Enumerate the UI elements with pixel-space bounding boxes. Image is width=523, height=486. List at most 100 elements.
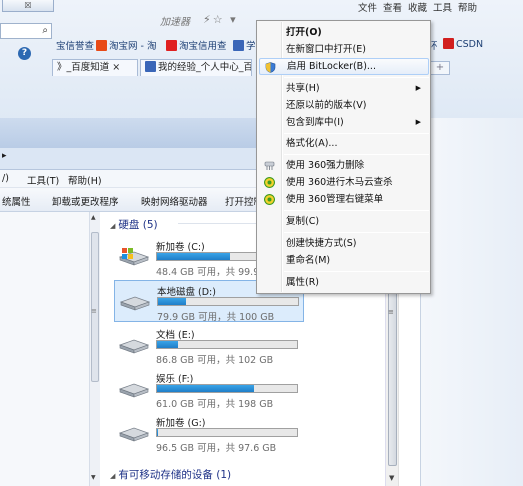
menu-item-copy[interactable]: 复制(C) — [259, 213, 429, 230]
menu-item-share[interactable]: 共享(H) ▶ — [259, 80, 429, 97]
menu-help[interactable]: 帮助 — [458, 0, 477, 14]
separator — [284, 210, 429, 211]
section-title: 有可移动存储的设备 (1) — [118, 469, 232, 481]
menu-item-open-new-window[interactable]: 在新窗口中打开(E) — [259, 41, 429, 58]
accelerator-label[interactable]: 加速器 — [160, 13, 190, 28]
menu-item-create-shortcut[interactable]: 创建快捷方式(S) — [259, 235, 429, 252]
drive-capacity: 86.8 GB 可用，共 102 GB — [156, 355, 274, 366]
menu-item-label: 还原以前的版本(V) — [286, 100, 367, 111]
menu-item-bitlocker[interactable]: 启用 BitLocker(B)... — [259, 58, 429, 75]
context-menu: 打开(O) 在新窗口中打开(E) 启用 BitLocker(B)... 共享(H… — [256, 20, 431, 294]
menu-item-format[interactable]: 格式化(A)... — [259, 135, 429, 152]
navigation-pane[interactable]: ▲ ≡ ▼ — [0, 212, 100, 486]
menu-item-360-scan[interactable]: 使用 360进行木马云查杀 — [259, 174, 429, 191]
menu-item-label: 在新窗口中打开(E) — [286, 44, 366, 55]
help-icon[interactable]: ? — [18, 47, 31, 60]
menu-item-label: 属性(R) — [286, 277, 320, 288]
menu-item-360-manage[interactable]: 使用 360管理右键菜单 — [259, 191, 429, 208]
scroll-down-icon[interactable]: ▼ — [91, 474, 96, 481]
new-tab-button[interactable]: + — [430, 61, 450, 75]
shredder-icon — [264, 161, 275, 170]
menu-view[interactable]: 查看 — [383, 0, 402, 14]
collapse-icon[interactable]: ◢ — [110, 222, 115, 230]
drive-f[interactable]: 娱乐 (F:) 61.0 GB 可用，共 198 GB — [114, 368, 304, 410]
bookmark-item[interactable]: 宝信誉查 — [56, 38, 94, 52]
system-properties-button[interactable]: 统属性 — [2, 194, 31, 208]
bookmark-label: CSDN — [456, 39, 484, 50]
page-icon — [145, 61, 156, 72]
drive-capacity: 79.9 GB 可用，共 100 GB — [157, 312, 275, 323]
menu-file[interactable]: 文件 — [358, 0, 377, 14]
bookmark-label: 宝信誉查 — [56, 41, 95, 52]
drive-usage-fill — [157, 385, 254, 392]
menu-favorites[interactable]: 收藏 — [408, 0, 427, 14]
separator — [284, 77, 429, 78]
360-icon — [264, 194, 275, 205]
separator — [284, 154, 429, 155]
menu-item-include-library[interactable]: 包含到库中(I) ▶ — [259, 114, 429, 131]
bookmark-item[interactable]: 学 — [233, 38, 256, 52]
scroll-down-icon[interactable]: ▼ — [389, 474, 394, 482]
search-input[interactable]: ⌕ — [0, 23, 52, 39]
section-title: 硬盘 (5) — [118, 219, 158, 231]
menu-help[interactable]: 帮助(H) — [68, 173, 102, 187]
drive-g[interactable]: 新加卷 (G:) 96.5 GB 可用，共 97.6 GB — [114, 412, 304, 454]
drive-name: 文档 (E:) — [156, 330, 195, 341]
grip-icon: ≡ — [91, 307, 97, 315]
menu-item-label: 使用 360管理右键菜单 — [286, 194, 384, 205]
drive-name: 新加卷 (G:) — [156, 418, 206, 429]
drive-capacity: 61.0 GB 可用，共 198 GB — [156, 399, 274, 410]
menu-item-360-delete[interactable]: 使用 360强力删除 — [259, 157, 429, 174]
tab-baidu-zhidao[interactable]: 》_百度知道 × — [52, 59, 138, 76]
shield-icon — [265, 62, 276, 73]
drive-usage-bar — [157, 297, 299, 306]
menu-item-label: 重命名(M) — [286, 255, 331, 266]
section-hard-disk[interactable]: ◢ 硬盘 (5) — [110, 217, 158, 232]
hard-drive-icon — [118, 427, 150, 442]
menu-tools[interactable]: 工具(T) — [27, 173, 59, 187]
menu-item-label: 包含到库中(I) — [286, 117, 344, 128]
drive-usage-fill — [157, 341, 178, 348]
drive-e[interactable]: 文档 (E:) 86.8 GB 可用，共 102 GB — [114, 324, 304, 366]
menu-item-label: 使用 360进行木马云查杀 — [286, 177, 393, 188]
menu-item-restore-versions[interactable]: 还原以前的版本(V) — [259, 97, 429, 114]
menu-item-label: 创建快捷方式(S) — [286, 238, 357, 249]
map-network-drive-button[interactable]: 映射网络驱动器 — [141, 194, 208, 208]
uninstall-program-button[interactable]: 卸载或更改程序 — [52, 194, 119, 208]
bookmark-label: 淘宝网 - 淘 — [109, 41, 157, 52]
menu-item-properties[interactable]: 属性(R) — [259, 274, 429, 291]
windows-drive-icon — [118, 248, 150, 266]
address-arrow[interactable]: ▸ — [2, 151, 7, 161]
menu-item-label: 启用 BitLocker(B)... — [287, 61, 376, 72]
separator — [284, 133, 429, 134]
menu-item-label: 使用 360强力删除 — [286, 160, 365, 171]
menu-item-open[interactable]: 打开(O) — [259, 24, 429, 41]
search-icon[interactable]: ⌕ — [42, 25, 48, 36]
menu-item-rename[interactable]: 重命名(M) — [259, 252, 429, 269]
submenu-arrow-icon: ▶ — [415, 118, 421, 126]
menu-view-partial[interactable]: /) — [2, 173, 9, 184]
drive-usage-bar — [156, 428, 298, 437]
menu-tools[interactable]: 工具 — [433, 0, 452, 14]
csdn-icon — [443, 38, 454, 49]
drive-usage-fill — [157, 429, 159, 436]
drive-usage-bar — [156, 384, 298, 393]
nav-scrollbar[interactable]: ▲ ≡ ▼ — [89, 212, 100, 486]
taobao-credit-icon — [166, 40, 177, 51]
bookmark-label: 淘宝信用查 — [179, 41, 227, 52]
hard-drive-icon — [118, 339, 150, 354]
360-icon — [264, 177, 275, 188]
bookmark-item[interactable]: 淘宝信用查 — [166, 38, 227, 52]
scroll-up-icon[interactable]: ▲ — [91, 214, 96, 221]
bookmark-item[interactable]: 淘宝网 - 淘 — [96, 38, 156, 52]
hard-drive-icon — [119, 296, 151, 311]
close-icon[interactable]: ☒ — [2, 0, 54, 12]
tab-my-experience[interactable]: 我的经验_个人中心_百度 — [140, 59, 252, 76]
bookmark-label: 学 — [246, 41, 256, 52]
separator — [284, 271, 429, 272]
collapse-icon[interactable]: ◢ — [110, 472, 115, 480]
speed-icons[interactable]: ⚡☆ ▾ — [203, 13, 238, 26]
bookmark-item[interactable]: CSDN — [443, 38, 483, 50]
drive-capacity: 96.5 GB 可用，共 97.6 GB — [156, 443, 277, 454]
section-removable[interactable]: ◢ 有可移动存储的设备 (1) — [110, 467, 231, 482]
